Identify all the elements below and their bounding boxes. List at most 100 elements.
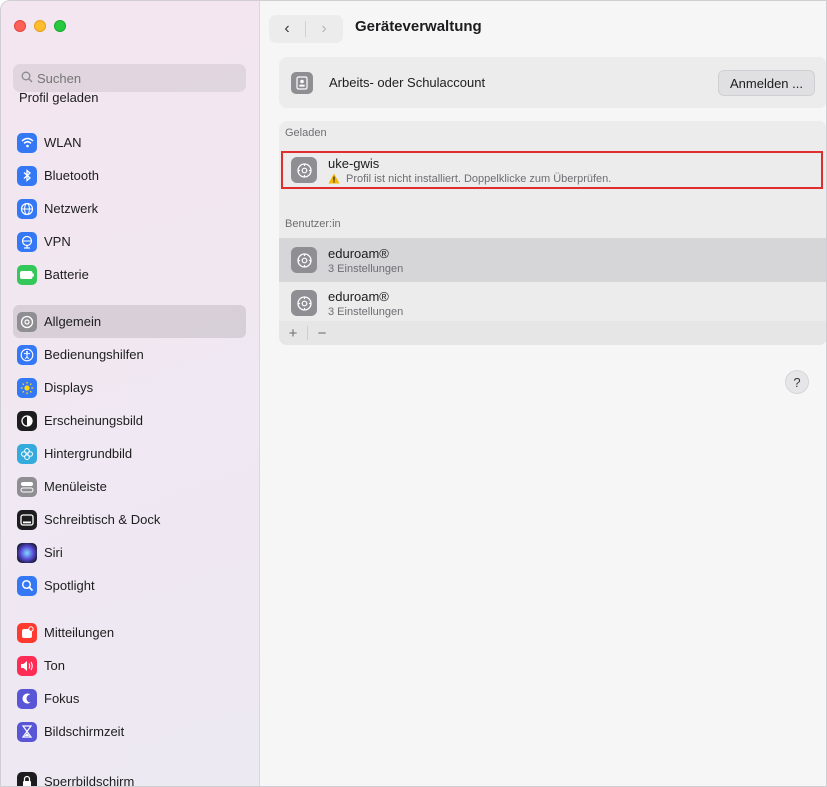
speaker-icon (17, 655, 37, 676)
sidebar-item-menueleiste[interactable]: Menüleiste (13, 470, 246, 503)
id-badge-icon (291, 71, 313, 94)
search-input[interactable] (37, 70, 217, 86)
hourglass-icon (17, 721, 37, 742)
profile-gear-icon (291, 247, 317, 273)
profile-row-user[interactable]: eduroam® 3 Einstellungen (279, 281, 826, 325)
sidebar-item-label: VPN (44, 234, 71, 249)
sidebar-item-label: Mitteilungen (44, 625, 115, 640)
sidebar-group-network: WLAN Bluetooth Netzwerk VPN Batterie (13, 126, 246, 291)
sidebar-item-label: Siri (44, 545, 63, 560)
sidebar-item-siri[interactable]: Siri (13, 536, 246, 569)
profile-settings-count: 3 Einstellungen (328, 305, 404, 318)
help-button[interactable]: ? (785, 370, 809, 394)
forward-button[interactable]: › (306, 15, 342, 43)
work-school-account-row: Arbeits- oder Schulaccount Anmelden ... (279, 57, 826, 108)
account-label: Arbeits- oder Schulaccount (329, 75, 486, 90)
magnifier-icon (17, 575, 37, 596)
profiles-list: Geladen uke-gwis Profil ist nicht instal… (279, 121, 826, 345)
lock-icon (17, 771, 37, 786)
zoom-window-button[interactable] (54, 20, 66, 32)
sidebar-item-label: Menüleiste (44, 479, 107, 494)
sidebar-item-label: Sperrbildschirm (44, 774, 135, 787)
back-button[interactable]: ‹ (269, 15, 305, 43)
sidebar-item-label: Spotlight (44, 578, 95, 593)
sidebar-item-bedienungshilfen[interactable]: Bedienungshilfen (13, 338, 246, 371)
page-title: Geräteverwaltung (355, 18, 482, 35)
sidebar-item-label: Displays (44, 380, 94, 395)
sidebar-item-displays[interactable]: Displays (13, 371, 246, 404)
sidebar-item-netzwerk[interactable]: Netzwerk (13, 192, 246, 225)
sidebar-item-label: Erscheinungsbild (44, 413, 144, 428)
remove-profile-button[interactable]: − (314, 325, 330, 342)
flower-icon (17, 443, 37, 464)
wifi-icon (17, 132, 37, 153)
sidebar-item-label: Netzwerk (44, 201, 99, 216)
sidebar-item-allgemein[interactable]: Allgemein (13, 305, 246, 338)
sidebar-item-label: WLAN (44, 135, 82, 150)
sidebar-group-system: Allgemein Bedienungshilfen Displays Ersc… (13, 305, 246, 602)
menubar-icon (17, 476, 37, 497)
sidebar-item-bluetooth[interactable]: Bluetooth (13, 159, 246, 192)
profile-settings-count: 3 Einstellungen (328, 262, 404, 275)
add-remove-bar: + − (279, 321, 826, 345)
chevron-left-icon: ‹ (284, 20, 290, 37)
settings-window: Profil geladen WLAN Bluetooth Netzwerk (0, 0, 827, 787)
dock-icon (17, 509, 37, 530)
navigation-buttons: ‹ › (269, 15, 343, 43)
toolbar: ‹ › Geräteverwaltung (260, 1, 826, 53)
profile-gear-icon (291, 290, 317, 316)
profile-text: eduroam® 3 Einstellungen (328, 289, 403, 318)
sun-icon (17, 377, 37, 398)
sidebar-item-label: Allgemein (44, 314, 102, 329)
sidebar-item-batterie[interactable]: Batterie (13, 258, 246, 291)
sidebar-item-label: Bluetooth (44, 168, 99, 183)
sidebar-item-schreibtisch-dock[interactable]: Schreibtisch & Dock (13, 503, 246, 536)
close-window-button[interactable] (14, 20, 26, 32)
sidebar-item-sperrbildschirm[interactable]: Sperrbildschirm (13, 765, 246, 787)
sidebar-group-notifications: Mitteilungen Ton Fokus Bildschirmzeit (13, 616, 246, 748)
main-content: ‹ › Geräteverwaltung Arbeits- oder Schul… (260, 1, 826, 786)
search-field[interactable] (13, 64, 246, 92)
sidebar-item-label: Bildschirmzeit (44, 724, 125, 739)
sidebar-item-label: Schreibtisch & Dock (44, 512, 161, 527)
sidebar-item-erscheinungsbild[interactable]: Erscheinungsbild (13, 404, 246, 437)
appearance-icon (17, 410, 37, 431)
sidebar-item-ton[interactable]: Ton (13, 649, 246, 682)
sidebar-item-hintergrundbild[interactable]: Hintergrundbild (13, 437, 246, 470)
sidebar-item-fokus[interactable]: Fokus (13, 682, 246, 715)
search-result-label: Profil geladen (19, 90, 99, 105)
sidebar-item-label: Fokus (44, 691, 80, 706)
siri-icon (17, 542, 37, 563)
profile-row-user[interactable]: eduroam® 3 Einstellungen (279, 238, 826, 282)
sidebar-item-wlan[interactable]: WLAN (13, 126, 246, 159)
sidebar-item-spotlight[interactable]: Spotlight (13, 569, 246, 602)
divider (307, 326, 308, 340)
sign-in-button[interactable]: Anmelden ... (718, 70, 815, 96)
chevron-right-icon: › (321, 20, 327, 37)
selection-highlight-box (281, 151, 823, 189)
window-controls (14, 20, 66, 32)
minimize-window-button[interactable] (34, 20, 46, 32)
sidebar-item-label: Hintergrundbild (44, 446, 133, 461)
sidebar-group-security: Sperrbildschirm (13, 765, 246, 787)
sidebar-item-mitteilungen[interactable]: Mitteilungen (13, 616, 246, 649)
moon-icon (17, 688, 37, 709)
search-icon (21, 71, 33, 86)
battery-icon (17, 264, 37, 285)
add-profile-button[interactable]: + (285, 325, 301, 342)
profile-name: eduroam® (328, 288, 389, 304)
gear-icon (17, 311, 37, 332)
bluetooth-icon (17, 165, 37, 186)
sidebar-item-label: Batterie (44, 267, 89, 282)
profile-text: eduroam® 3 Einstellungen (328, 246, 403, 275)
section-header-user: Benutzer:in (285, 218, 341, 230)
sidebar-item-vpn[interactable]: VPN (13, 225, 246, 258)
accessibility-icon (17, 344, 37, 365)
section-header-loaded: Geladen (285, 127, 327, 139)
globe-icon (17, 198, 37, 219)
sidebar-item-label: Ton (44, 658, 65, 673)
sidebar: Profil geladen WLAN Bluetooth Netzwerk (1, 1, 260, 787)
bell-icon (17, 622, 37, 643)
profile-name: eduroam® (328, 245, 389, 261)
sidebar-item-bildschirmzeit[interactable]: Bildschirmzeit (13, 715, 246, 748)
